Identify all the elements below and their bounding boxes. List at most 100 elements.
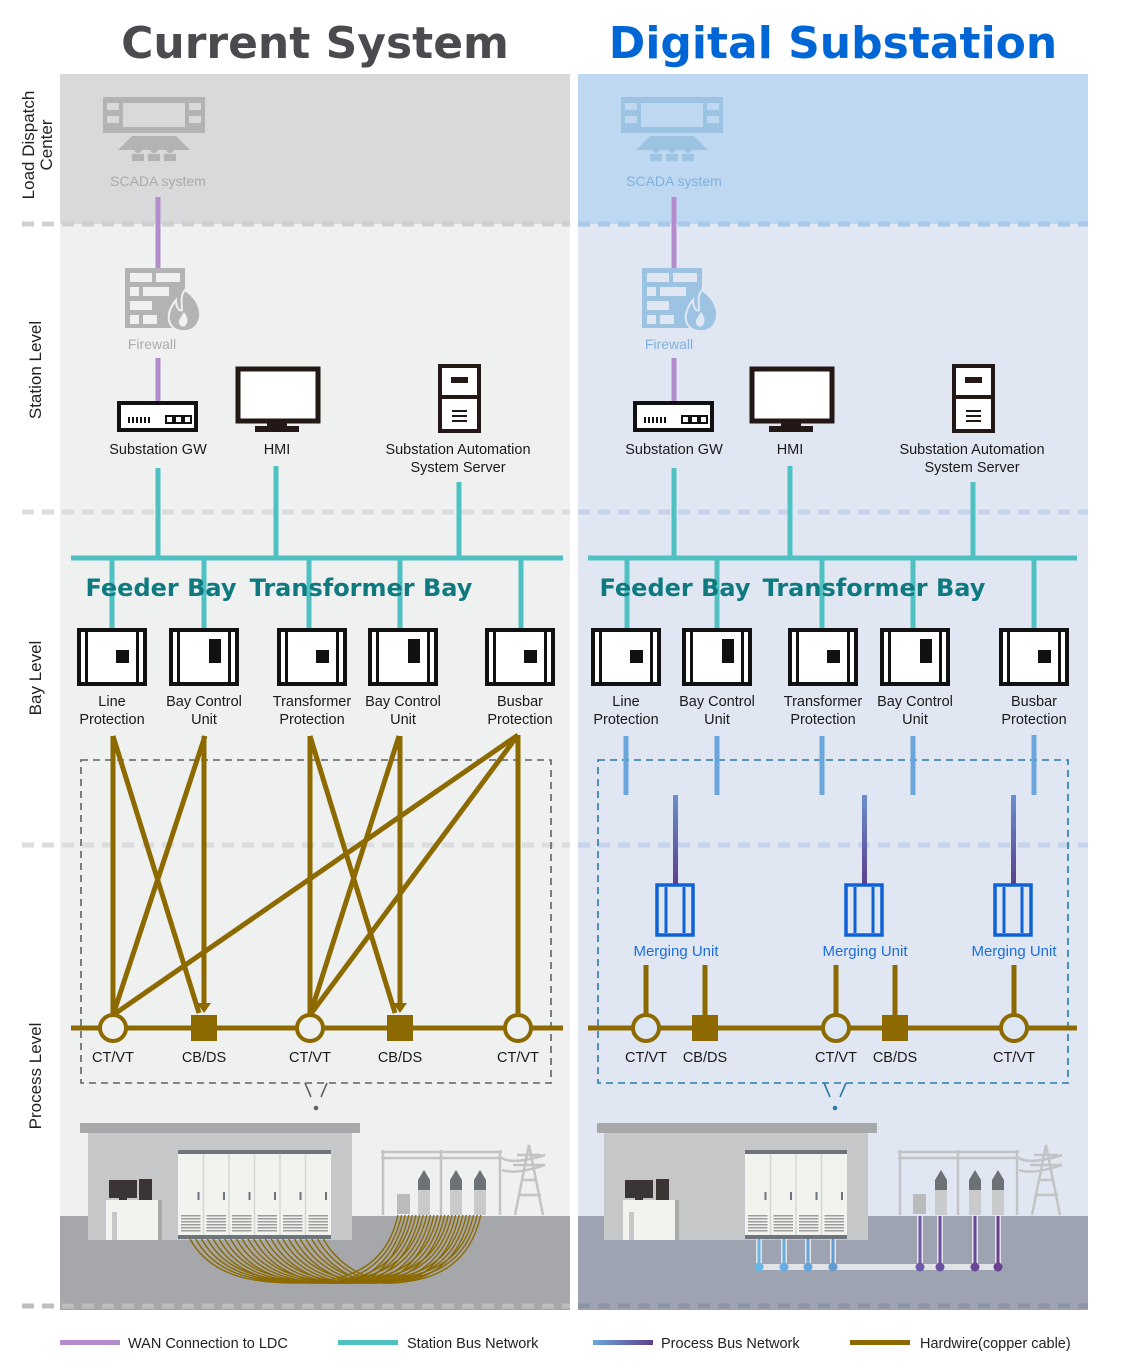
bay-device-label-line2: Unit (902, 712, 928, 728)
hmi-monitor-icon (235, 366, 321, 432)
gateway-icon (633, 401, 714, 432)
bay-heading-transformer: Transformer Bay (250, 574, 473, 602)
process-device-label: CB/DS (873, 1050, 917, 1066)
server-label-line2: System Server (924, 460, 1019, 476)
bay-heading-feeder: Feeder Bay (85, 574, 236, 602)
title-current-system: Current System (121, 18, 509, 69)
server-icon (952, 364, 995, 433)
process-device-label: CT/VT (289, 1050, 331, 1066)
bay-device-label-line2: Protection (487, 712, 552, 728)
bay-device-label-line1: Line (98, 694, 125, 710)
merging-unit-label: Merging Unit (971, 943, 1057, 960)
bay-device: Line Protection (591, 628, 661, 728)
bay-device-label-line2: Protection (279, 712, 344, 728)
legend-label-station-bus: Station Bus Network (407, 1336, 539, 1352)
protection-relay-icon (77, 628, 147, 686)
title-digital-substation: Digital Substation (609, 18, 1057, 69)
bay-control-unit-icon (880, 628, 950, 686)
firewall-label: Firewall (128, 336, 176, 352)
bay-device-label-line1: Busbar (497, 694, 543, 710)
ct-vt-symbol (631, 1013, 661, 1043)
bay-device-label-line2: Protection (79, 712, 144, 728)
cb-ds-symbol (882, 1015, 908, 1041)
cb-ds-symbol (191, 1015, 217, 1041)
bay-device-label-line2: Protection (593, 712, 658, 728)
bay-heading-feeder: Feeder Bay (599, 574, 750, 602)
firewall-label: Firewall (645, 336, 693, 352)
bay-device-label-line1: Bay Control (365, 694, 441, 710)
server-label-line1: Substation Automation (899, 442, 1044, 458)
bay-device: Line Protection (77, 628, 147, 728)
hmi-label: HMI (777, 442, 804, 458)
bay-heading-transformer: Transformer Bay (763, 574, 986, 602)
substation-building-illustration (597, 1123, 877, 1240)
ct-vt-symbol (821, 1013, 851, 1043)
bay-device: Busbar Protection (999, 628, 1069, 728)
legend: WAN Connection to LDC Station Bus Networ… (60, 1336, 1071, 1352)
bay-device-label-line2: Protection (790, 712, 855, 728)
ct-vt-symbol (503, 1013, 533, 1043)
merging-unit-label: Merging Unit (633, 943, 719, 960)
bay-device-label-line1: Bay Control (166, 694, 242, 710)
bay-device-label-line2: Protection (1001, 712, 1066, 728)
bay-device: Transformer Protection (784, 628, 863, 728)
server-label-line1: Substation Automation (385, 442, 530, 458)
ct-vt-symbol (999, 1013, 1029, 1043)
bay-device-label-line2: Unit (390, 712, 416, 728)
protection-relay-icon (999, 628, 1069, 686)
scada-label: SCADA system (110, 173, 206, 189)
bay-device-label-line1: Line (612, 694, 639, 710)
server-icon (438, 364, 481, 433)
bay-control-unit-icon (368, 628, 438, 686)
legend-label-hardwire: Hardwire(copper cable) (920, 1336, 1071, 1352)
scada-label: SCADA system (626, 173, 722, 189)
cb-ds-symbol (692, 1015, 718, 1041)
ct-vt-symbol (98, 1013, 128, 1043)
ct-vt-symbol (295, 1013, 325, 1043)
diagram-canvas: Current System Digital Substation Load D… (19, 18, 1088, 1352)
bay-device-label-line1: Bay Control (679, 694, 755, 710)
cb-ds-symbol (387, 1015, 413, 1041)
bay-device: Busbar Protection (485, 628, 555, 728)
substation-building-illustration (80, 1123, 360, 1240)
process-device-label: CB/DS (182, 1050, 226, 1066)
hmi-label: HMI (264, 442, 291, 458)
legend-label-process-bus: Process Bus Network (661, 1336, 800, 1352)
hmi-monitor-icon (749, 366, 835, 432)
process-device-label: CB/DS (378, 1050, 422, 1066)
level-label-ldc-1: Load Dispatch (19, 91, 38, 200)
legend-label-wan: WAN Connection to LDC (128, 1336, 288, 1352)
merging-unit-label: Merging Unit (822, 943, 908, 960)
legend-swatch-wan (60, 1340, 120, 1345)
bay-device-label-line1: Transformer (784, 694, 863, 710)
server-label-line2: System Server (410, 460, 505, 476)
gateway-label: Substation GW (109, 442, 207, 458)
legend-swatch-station-bus (338, 1340, 398, 1345)
process-device-label: CT/VT (92, 1050, 134, 1066)
bay-control-unit-icon (169, 628, 239, 686)
gateway-icon (117, 401, 198, 432)
protection-relay-icon (277, 628, 347, 686)
bay-device-label-line1: Busbar (1011, 694, 1057, 710)
bay-control-unit-icon (682, 628, 752, 686)
bay-device-label-line2: Unit (191, 712, 217, 728)
legend-swatch-process-bus (593, 1340, 653, 1345)
process-device-label: CT/VT (625, 1050, 667, 1066)
protection-relay-icon (788, 628, 858, 686)
legend-swatch-hardwire (850, 1340, 910, 1345)
level-label-ldc-2: Center (37, 119, 56, 170)
process-device-label: CT/VT (497, 1050, 539, 1066)
level-label-bay: Bay Level (26, 641, 45, 716)
bay-device-label-line1: Transformer (273, 694, 352, 710)
process-device-label: CB/DS (683, 1050, 727, 1066)
protection-relay-icon (485, 628, 555, 686)
bay-device-label-line2: Unit (704, 712, 730, 728)
level-label-station: Station Level (26, 321, 45, 419)
bay-device: Transformer Protection (273, 628, 352, 728)
gateway-label: Substation GW (625, 442, 723, 458)
level-label-process: Process Level (26, 1023, 45, 1130)
protection-relay-icon (591, 628, 661, 686)
process-device-label: CT/VT (815, 1050, 857, 1066)
process-device-label: CT/VT (993, 1050, 1035, 1066)
bay-device-label-line1: Bay Control (877, 694, 953, 710)
